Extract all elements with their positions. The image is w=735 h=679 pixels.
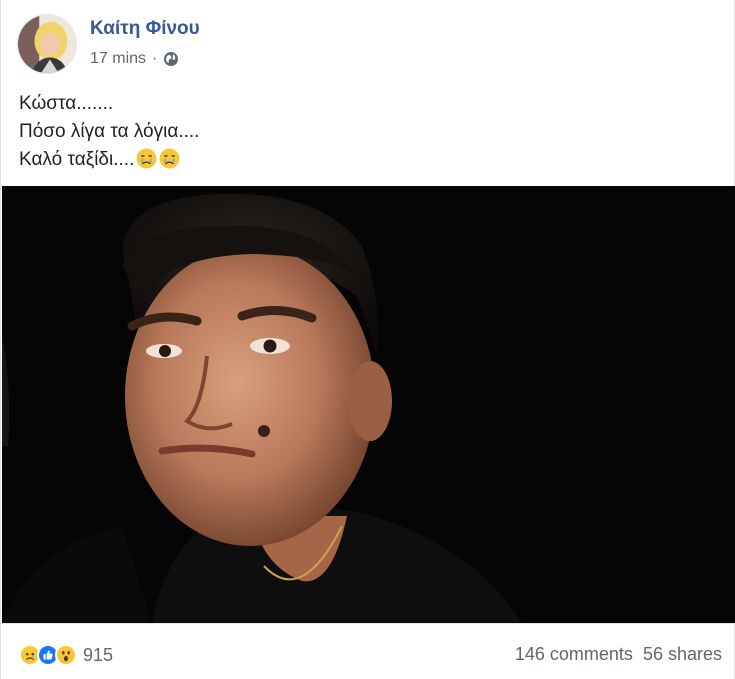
feed-post: Καίτη Φίνου 17 mins · Κώστα....... Πόσο … — [0, 0, 735, 679]
post-stats: 146 comments 56 shares — [515, 644, 722, 665]
comments-count-link[interactable]: 146 comments — [515, 644, 633, 665]
author-avatar[interactable] — [17, 14, 77, 74]
reactions-summary[interactable]: 915 — [19, 644, 113, 666]
post-text: Κώστα....... Πόσο λίγα τα λόγια.... Καλό… — [19, 90, 199, 174]
author-name-link[interactable]: Καίτη Φίνου — [90, 18, 200, 40]
post-text-line-last: Καλό ταξίδι.... — [19, 146, 199, 174]
reaction-count: 915 — [83, 644, 114, 665]
post-text-line: Πόσο λίγα τα λόγια.... — [19, 121, 200, 142]
post-text-line-content: Καλό ταξίδι.... — [19, 149, 135, 170]
globe-icon[interactable] — [163, 51, 179, 67]
crying-face-icon — [159, 148, 180, 169]
meta-separator: · — [152, 50, 158, 67]
post-photo[interactable] — [2, 186, 735, 623]
crying-face-icon — [136, 148, 157, 169]
post-text-line: Κώστα....... — [19, 93, 114, 114]
post-timestamp[interactable]: 17 mins — [90, 50, 146, 68]
post-footer: 915 146 comments 56 shares — [1, 623, 735, 679]
shares-count-link[interactable]: 56 shares — [643, 644, 722, 665]
wow-reaction-icon — [55, 644, 77, 666]
post-meta: 17 mins · — [90, 50, 179, 68]
post-header: Καίτη Φίνου 17 mins · — [17, 14, 717, 76]
